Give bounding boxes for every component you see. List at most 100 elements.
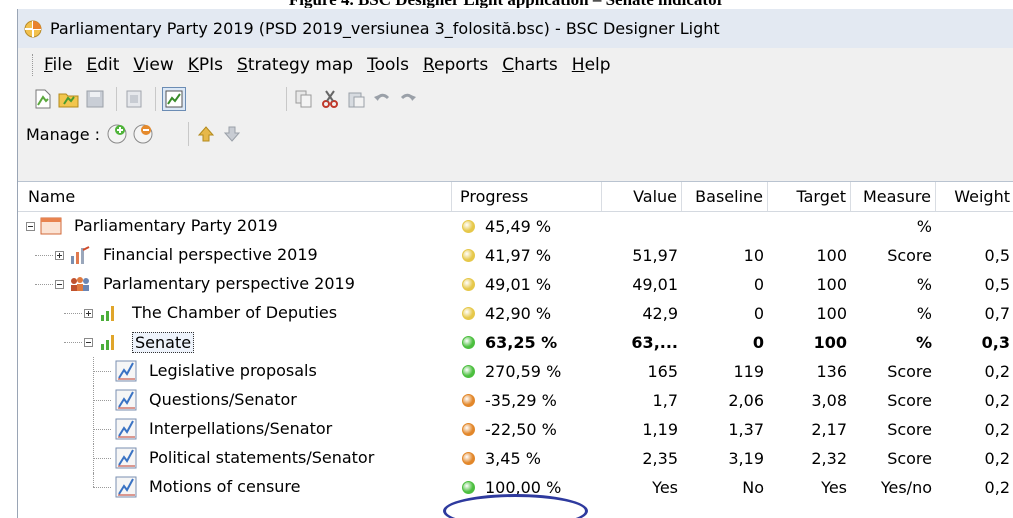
collapse-icon[interactable] xyxy=(55,280,64,289)
menu-reports[interactable]: Reports xyxy=(421,53,490,77)
tree-connector xyxy=(93,429,111,430)
progress-value: 42,90 % xyxy=(485,304,552,323)
target-cell: 3,08 xyxy=(811,391,847,410)
tree-connector xyxy=(93,487,111,488)
grid-header: Name Progress Value Baseline Target Meas… xyxy=(18,182,1013,212)
main-toolbar xyxy=(18,82,1013,116)
menu-help[interactable]: Help xyxy=(570,53,613,77)
column-header-measure[interactable]: Measure xyxy=(851,182,936,211)
measure-cell: Score xyxy=(887,246,932,265)
baseline-cell xyxy=(682,212,768,241)
collapse-icon[interactable] xyxy=(84,338,93,347)
paste-icon xyxy=(348,92,365,108)
kpi-name[interactable]: Interpellations/Senator xyxy=(149,419,332,438)
expand-icon[interactable] xyxy=(84,309,93,318)
table-row[interactable]: Parliamentary Party 2019 45,49 %% xyxy=(18,212,1013,241)
remove-kpi-button[interactable] xyxy=(132,123,154,145)
value-cell: 1,7 xyxy=(652,391,678,410)
weight-cell: 0,2 xyxy=(984,420,1010,439)
move-down-button[interactable] xyxy=(221,123,243,145)
table-row[interactable]: The Chamber of Deputies 42,90 % 42,9 0 100% 0… xyxy=(18,299,1013,328)
target-cell: 100 xyxy=(816,246,847,265)
target-cell: 100 xyxy=(813,333,847,352)
status-dot-icon xyxy=(462,365,475,378)
menu-strategy-map[interactable]: Strategy map xyxy=(235,53,355,77)
table-row[interactable]: Financial perspective 2019 41,97 % 51,97 10… xyxy=(18,241,1013,270)
properties-button[interactable] xyxy=(123,88,145,110)
menu-bar: File Edit View KPIs Strategy map Tools R… xyxy=(18,48,1013,82)
table-row[interactable]: Interpellations/Senator -22,50 % 1,19 1,37 2… xyxy=(18,415,1013,444)
redo-button[interactable] xyxy=(397,88,419,110)
collapse-icon[interactable] xyxy=(26,222,35,231)
remove-icon xyxy=(133,124,153,144)
menu-tools[interactable]: Tools xyxy=(365,53,411,77)
kpi-indicator-icon xyxy=(115,418,137,440)
name-cell: The Chamber of Deputies xyxy=(18,299,452,328)
folder-icon xyxy=(58,93,79,108)
progress-cell: 270,59 % xyxy=(452,357,602,386)
column-header-name[interactable]: Name xyxy=(18,182,452,211)
kpi-name[interactable]: Senate xyxy=(132,332,195,353)
menu-view[interactable]: View xyxy=(131,53,175,77)
kpi-name[interactable]: Parlamentary perspective 2019 xyxy=(103,274,355,293)
kpi-name[interactable]: Political statements/Senator xyxy=(149,448,374,467)
column-header-value[interactable]: Value xyxy=(602,182,682,211)
kpi-name[interactable]: Parliamentary Party 2019 xyxy=(74,216,278,235)
status-dot-icon xyxy=(462,481,475,494)
column-header-target[interactable]: Target xyxy=(768,182,851,211)
new-file-button[interactable] xyxy=(32,88,54,110)
measure-cell: % xyxy=(916,275,932,294)
table-row[interactable]: Legislative proposals 270,59 % 165 119 136 Sc… xyxy=(18,357,1013,386)
menubar-grip xyxy=(32,54,36,76)
weight-cell xyxy=(936,212,1013,241)
progress-value: 270,59 % xyxy=(485,362,562,381)
kpi-name[interactable]: The Chamber of Deputies xyxy=(132,303,337,322)
scissors-icon xyxy=(322,90,338,108)
kpi-name[interactable]: Questions/Senator xyxy=(149,390,297,409)
paste-button[interactable] xyxy=(345,88,367,110)
measure-cell: % xyxy=(915,333,932,352)
tree-connector xyxy=(93,473,94,487)
name-cell: Political statements/Senator xyxy=(18,444,452,473)
expand-icon[interactable] xyxy=(55,251,64,260)
move-up-button[interactable] xyxy=(195,123,217,145)
measure-cell: % xyxy=(916,217,932,236)
menu-file[interactable]: File xyxy=(42,53,74,77)
menu-kpis[interactable]: KPIs xyxy=(186,53,225,77)
menu-charts[interactable]: Charts xyxy=(500,53,560,77)
target-cell: 2,17 xyxy=(811,420,847,439)
menu-edit[interactable]: Edit xyxy=(84,53,121,77)
table-row[interactable]: Questions/Senator -35,29 % 1,7 2,06 3,08 Scor… xyxy=(18,386,1013,415)
kpi-indicator-icon xyxy=(115,360,137,382)
column-header-progress[interactable]: Progress xyxy=(452,182,602,211)
baseline-cell: 1,37 xyxy=(728,420,764,439)
progress-value: -35,29 % xyxy=(485,391,557,410)
column-header-weight[interactable]: Weight xyxy=(936,182,1013,211)
weight-cell: 0,5 xyxy=(984,246,1010,265)
progress-cell: -22,50 % xyxy=(452,415,602,444)
grid-body: Parliamentary Party 2019 45,49 %% Financia… xyxy=(18,212,1013,502)
open-folder-button[interactable] xyxy=(58,88,80,110)
column-header-baseline[interactable]: Baseline xyxy=(682,182,768,211)
copy-button[interactable] xyxy=(293,88,315,110)
progress-cell: 42,90 % xyxy=(452,299,602,328)
progress-value: -22,50 % xyxy=(485,420,557,439)
tree-connector xyxy=(64,313,82,314)
kpi-name[interactable]: Legislative proposals xyxy=(149,361,317,380)
table-row[interactable]: Political statements/Senator 3,45 % 2,35 3,… xyxy=(18,444,1013,473)
table-row[interactable]: Senate 63,25 % 63,... 0 100% 0,3 xyxy=(18,328,1013,357)
chart-view-button[interactable] xyxy=(162,87,186,111)
add-kpi-button[interactable] xyxy=(106,123,128,145)
measure-cell: Score xyxy=(887,449,932,468)
progress-cell: -35,29 % xyxy=(452,386,602,415)
table-row[interactable]: Parlamentary perspective 2019 49,01 % 49,0… xyxy=(18,270,1013,299)
baseline-cell: 0 xyxy=(753,275,764,294)
kpi-name[interactable]: Financial perspective 2019 xyxy=(103,245,318,264)
cut-button[interactable] xyxy=(319,88,341,110)
new-file-icon xyxy=(35,89,51,109)
name-cell: Financial perspective 2019 xyxy=(18,241,452,270)
kpi-name[interactable]: Motions of censure xyxy=(149,477,301,496)
undo-button[interactable] xyxy=(371,88,393,110)
progress-value: 41,97 % xyxy=(485,246,552,265)
save-button[interactable] xyxy=(84,88,106,110)
